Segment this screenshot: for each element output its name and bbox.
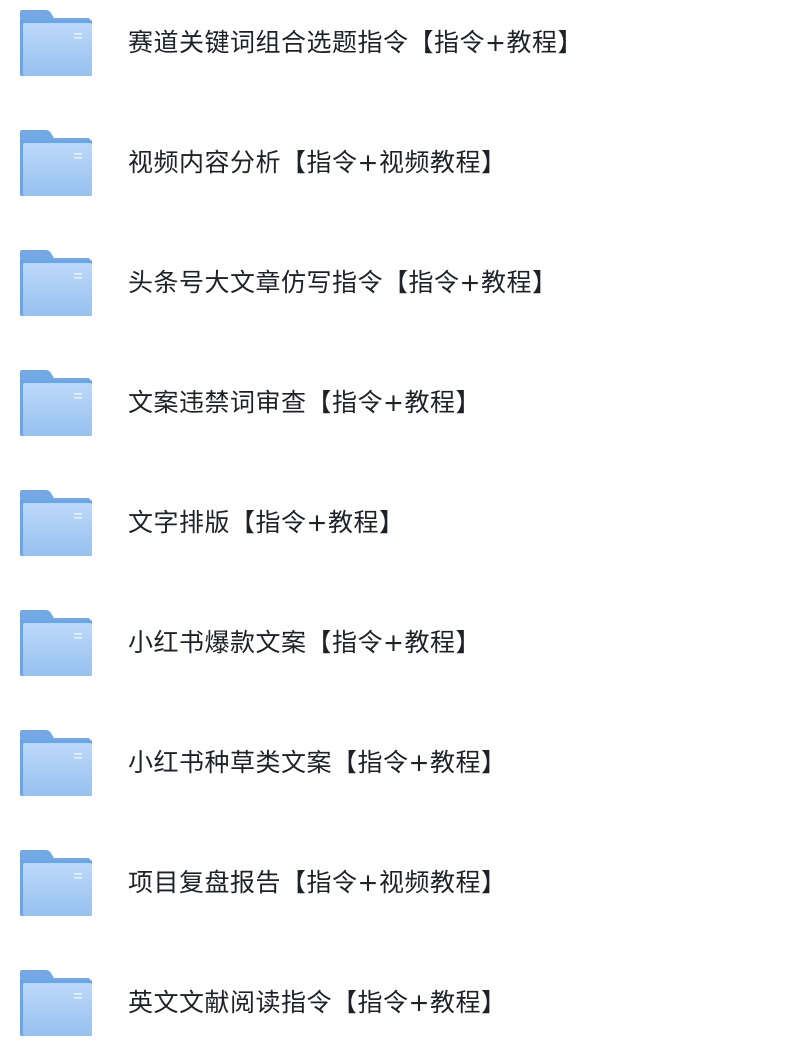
folder-icon xyxy=(20,10,92,76)
folder-icon xyxy=(20,970,92,1036)
folder-name: 小红书种草类文案【指令+教程】 xyxy=(128,748,507,777)
folder-name: 文案违禁词审查【指令+教程】 xyxy=(128,388,481,417)
folder-item[interactable]: 小红书爆款文案【指令+教程】 xyxy=(0,600,796,690)
folder-item[interactable]: 视频内容分析【指令+视频教程】 xyxy=(0,120,796,210)
folder-item[interactable]: 小红书种草类文案【指令+教程】 xyxy=(0,720,796,810)
folder-name: 文字排版【指令+教程】 xyxy=(128,508,405,537)
folder-list: 赛道关键词组合选题指令【指令+教程】 视频内容分析【指令+视频教程】 头条号大文… xyxy=(0,0,796,1036)
folder-name: 项目复盘报告【指令+视频教程】 xyxy=(128,868,507,897)
folder-icon xyxy=(20,130,92,196)
folder-icon xyxy=(20,250,92,316)
folder-icon xyxy=(20,370,92,436)
folder-name: 头条号大文章仿写指令【指令+教程】 xyxy=(128,268,558,297)
folder-item[interactable]: 文字排版【指令+教程】 xyxy=(0,480,796,570)
folder-name: 视频内容分析【指令+视频教程】 xyxy=(128,148,507,177)
folder-name: 赛道关键词组合选题指令【指令+教程】 xyxy=(128,28,583,57)
folder-icon xyxy=(20,490,92,556)
folder-item[interactable]: 赛道关键词组合选题指令【指令+教程】 xyxy=(0,0,796,90)
folder-name: 英文文献阅读指令【指令+教程】 xyxy=(128,988,507,1017)
folder-item[interactable]: 项目复盘报告【指令+视频教程】 xyxy=(0,840,796,930)
folder-item[interactable]: 头条号大文章仿写指令【指令+教程】 xyxy=(0,240,796,330)
folder-icon xyxy=(20,610,92,676)
folder-icon xyxy=(20,850,92,916)
folder-item[interactable]: 英文文献阅读指令【指令+教程】 xyxy=(0,960,796,1050)
folder-name: 小红书爆款文案【指令+教程】 xyxy=(128,628,481,657)
folder-icon xyxy=(20,730,92,796)
folder-item[interactable]: 文案违禁词审查【指令+教程】 xyxy=(0,360,796,450)
